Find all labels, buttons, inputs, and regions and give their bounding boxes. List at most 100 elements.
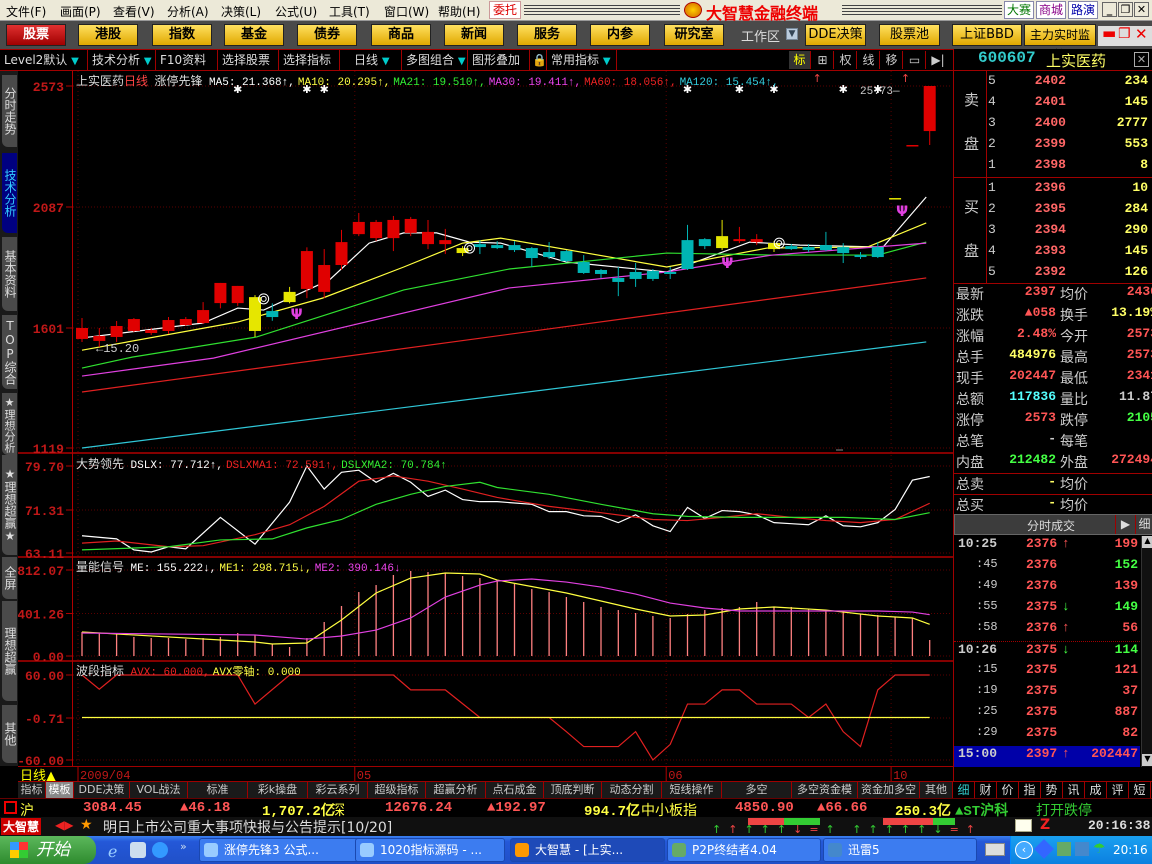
tab-dynamic-split[interactable]: 动态分割 [602,782,662,798]
start-button[interactable]: 开始 [0,836,96,864]
menu-item[interactable]: 窗口(W) [384,3,429,20]
rights-tool[interactable]: 权 [835,51,857,69]
scroll-down-icon[interactable]: ▼ [1142,754,1152,766]
mark-tool[interactable]: 标 [789,51,811,69]
market-button[interactable]: 研究室 [664,24,724,46]
z-icon[interactable]: Z [1040,817,1050,833]
more-icon[interactable]: » [180,840,187,853]
sh-bbd-button[interactable]: 上证BBD [952,24,1022,46]
tab-other[interactable]: 其他 [2,705,17,763]
tab-short-term[interactable]: 短线操作 [662,782,722,798]
task-button[interactable]: 迅雷5 [823,838,977,862]
menu-item[interactable]: 文件(F) [6,3,46,20]
market-button[interactable]: 基金 [224,24,284,46]
buy-level-row[interactable]: 5 2392 126 [988,264,1148,285]
umbrella-icon[interactable]: ☂ [1093,841,1106,857]
lock-icon[interactable]: 🔒 [530,50,547,70]
right-tab[interactable]: 势 [1041,782,1063,799]
sell-level-row[interactable]: 2 2399 553 [988,136,1148,157]
dde-decision-button[interactable]: DDE决策 [805,24,866,46]
tab-indicator[interactable]: 指标 [18,782,46,798]
detail-button[interactable]: 细 [1135,515,1152,534]
expand-arrow-icon[interactable]: ▶ [1115,515,1135,534]
tab-template[interactable]: 模板 [46,782,74,798]
close-panel-icon[interactable]: ✕ [1134,52,1149,67]
sell-level-row[interactable]: 5 2402 234 [988,73,1148,94]
tray-icon[interactable] [1075,842,1089,856]
tab-intraday[interactable]: 分时走势 [2,75,17,147]
workspace-dropdown-icon[interactable]: ▼ [786,28,798,40]
select-indicator-button[interactable]: 选择指标 [279,50,340,70]
tab-colork[interactable]: 彩k操盘 [248,782,308,798]
period-dropdown[interactable]: 日线 ▼ [340,50,402,70]
buy-level-row[interactable]: 1 2396 10 [988,180,1148,201]
common-indicator-dropdown[interactable]: 常用指标 ▼ [547,50,617,70]
menu-item[interactable]: 分析(A) [167,3,209,20]
move-tool[interactable]: 移 [881,51,903,69]
restore-button[interactable]: ❐ [1118,2,1133,17]
select-stock-button[interactable]: 选择股票 [218,50,279,70]
sell-level-row[interactable]: 3 2400 2777 [988,115,1148,136]
tab-fullscreen[interactable]: 全屏 [2,557,17,599]
menu-item[interactable]: 帮助(H) [438,3,480,20]
f10-button[interactable]: F10资料 [156,50,218,70]
main-force-monitor-button[interactable]: 主力实时监控 [1024,24,1096,62]
tab-vol[interactable]: VOL战法 [130,782,188,798]
tech-analysis-dropdown[interactable]: 技术分析 ▼ [88,50,156,70]
market-button[interactable]: 服务 [517,24,577,46]
news-headline[interactable]: 明日上市公司重大事项快报与公告提示[10/20] [103,817,392,837]
right-tab[interactable]: 财 [975,782,997,799]
tab-ideal-super-win[interactable]: ★理想超赢★ [2,455,17,555]
news-nav-arrows-icon[interactable]: ◀▶ [55,818,73,832]
line-tool[interactable]: 线 [858,51,880,69]
tab-standard[interactable]: 标准 [188,782,248,798]
right-tab[interactable]: 成 [1085,782,1107,799]
task-button[interactable]: 涨停先锋3 公式... [199,838,371,862]
menu-item[interactable]: 决策(L) [221,3,261,20]
mdi-close-icon[interactable]: ✕ [1135,25,1148,43]
contest-link[interactable]: 大赛 [1004,1,1035,19]
tab-tech-analysis[interactable]: 技术分析 [2,153,17,233]
right-tab[interactable]: 讯 [1063,782,1085,799]
mail-icon[interactable] [1015,819,1032,832]
market-button[interactable]: 内参 [590,24,650,46]
market-button[interactable]: 商品 [371,24,431,46]
level2-default-dropdown[interactable]: Level2默认 ▼ [0,50,88,70]
play-end-icon[interactable]: ▶| [927,51,949,69]
mdi-minimize-icon[interactable]: ▬ [1102,24,1116,42]
tab-top-summary[interactable]: TOP综合 [2,315,17,389]
task-button-active[interactable]: 大智慧 - [上实... [510,838,665,862]
tab-ideal-analysis[interactable]: ★理想分析★ [0,393,17,455]
tab-top-bottom[interactable]: 顶底判断 [544,782,602,798]
keyboard-icon[interactable] [985,843,1005,856]
market-button[interactable]: 指数 [152,24,212,46]
market-button[interactable]: 港股 [78,24,138,46]
overlay-button[interactable]: 图形叠加 [468,50,530,70]
entrust-button[interactable]: 委托 [489,1,521,19]
right-tab[interactable]: 评 [1107,782,1129,799]
menu-item[interactable]: 工具(T) [329,3,370,20]
trades-scrollbar[interactable]: ▲ ▼ [1141,536,1152,767]
buy-level-row[interactable]: 4 2393 145 [988,243,1148,264]
tab-super-indicator[interactable]: 超级指标 [368,782,426,798]
window-icon[interactable] [4,801,17,814]
market-button[interactable]: 股票 [6,24,66,46]
multi-chart-dropdown[interactable]: 多图组合 ▼ [402,50,468,70]
stock-pool-button[interactable]: 股票池 [879,24,940,46]
right-tab[interactable]: 指 [1019,782,1041,799]
market-button[interactable]: 债券 [297,24,357,46]
mall-link[interactable]: 商城 [1036,1,1067,19]
sell-level-row[interactable]: 1 2398 8 [988,157,1148,178]
close-button[interactable]: ✕ [1134,2,1149,17]
globe-icon[interactable] [152,842,168,858]
tab-ls-fund-model[interactable]: 多空资金模型 [792,782,858,798]
menu-item[interactable]: 查看(V) [113,3,155,20]
quicklaunch-icon[interactable] [130,842,146,858]
ie-icon[interactable]: ℯ [108,842,117,861]
tray-icon[interactable] [1057,842,1071,856]
tab-ideal-super-win-2[interactable]: 理想超赢 [2,601,17,701]
tab-other[interactable]: 其他 [920,782,953,798]
scroll-up-icon[interactable]: ▲ [1142,536,1152,548]
minimize-button[interactable]: _ [1102,2,1117,17]
roadshow-link[interactable]: 路演 [1068,1,1099,19]
